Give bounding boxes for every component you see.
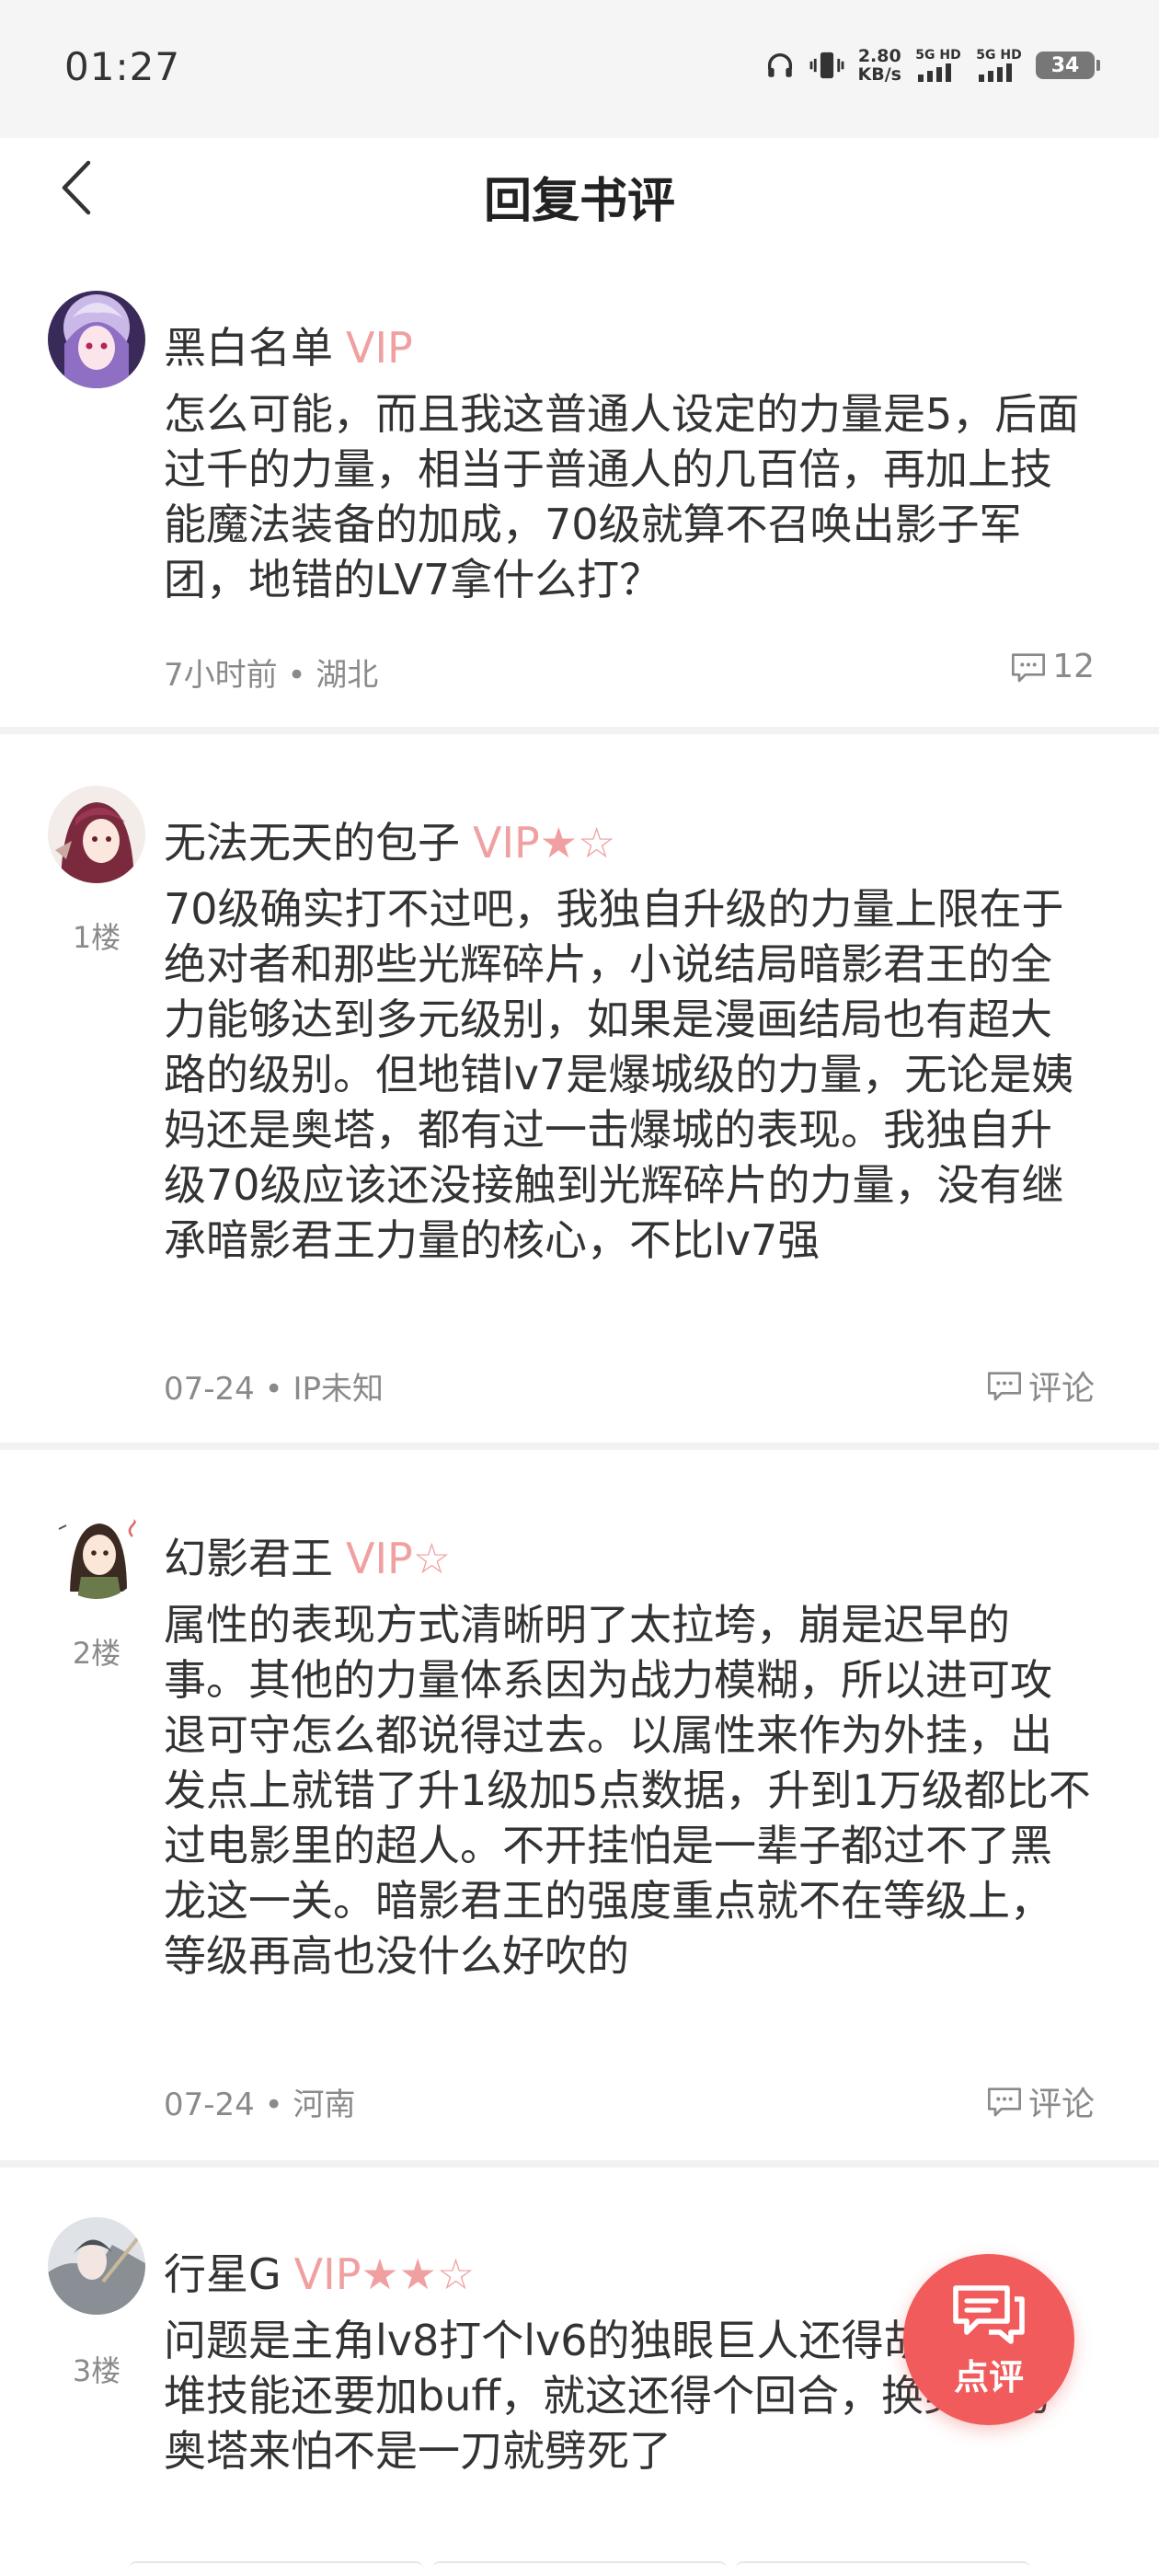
comment-icon [987,1372,1021,1401]
sim1-label: 5G HD [915,48,961,63]
reply-text[interactable]: 属性的表现方式清晰明了太拉垮，崩是迟早的事。其他的力量体系因为战力模糊，所以进可… [164,1597,1093,1984]
vip-badge: VIP★★☆ [293,2249,476,2299]
vip-badge: VIP★☆ [473,818,616,868]
status-time: 01:27 [64,44,181,89]
bottom-edge-tabs [129,2561,1030,2576]
avatar[interactable] [48,1501,145,1599]
avatar[interactable] [48,786,145,883]
battery-level: 34 [1050,53,1080,77]
comment-label: 评论 [1027,1370,1095,1408]
tab-edge [736,2561,1030,2576]
comment-icon [1012,652,1046,682]
comment-label: 评论 [1027,2086,1095,2123]
headphones-icon [764,50,796,81]
tab-edge [432,2561,727,2576]
reply-item: 1楼 无法无天的包子 VIP★☆ 70级确实打不过吧，我独自升级的力量上限在于绝对… [0,734,1159,1443]
reply-meta: 07-24 • 河南 [164,2087,356,2123]
status-bar: 01:27 2.80 KB/s 5G HD 5G HD 34 [0,0,1159,138]
vip-badge: VIP☆ [346,1534,452,1583]
comment-button[interactable]: 评论 [986,2077,1095,2125]
username[interactable]: 幻影君王 VIP☆ [164,1525,451,1586]
net-speed-value: 2.80 [857,46,901,66]
net-speed-unit: KB/s [857,64,901,85]
signal-bars-icon [979,63,1012,82]
review-main: 黑白名单 VIP 怎么可能，而且我这普通人设定的力量是5，后面过千的力量，相当于普… [0,248,1159,727]
comment-icon [987,2087,1021,2117]
username-text: 行星G [164,2249,281,2299]
vibrate-icon [809,50,845,81]
signal-bars-icon [918,63,951,82]
chat-bubble-icon [953,2284,1025,2344]
sim2-label: 5G HD [976,48,1022,63]
reply-meta: 07-24 • IP未知 [164,1371,384,1408]
review-meta: 7小时前 • 湖北 [164,657,379,694]
reply-item: 2楼 幻影君王 VIP☆ 属性的表现方式清晰明了太拉垮，崩是迟早的事。其他的力量体… [0,1450,1159,2160]
floor-number: 2楼 [72,1636,121,1671]
header: 回复书评 [0,138,1159,248]
write-review-label: 点评 [953,2356,1024,2398]
reply-count-button[interactable]: 12 [1010,648,1095,685]
floor-number: 1楼 [72,920,121,955]
divider [0,2160,1159,2168]
page-title: 回复书评 [483,174,675,229]
review-text[interactable]: 怎么可能，而且我这普通人设定的力量是5，后面过千的力量，相当于普通人的几百倍，再… [164,386,1093,607]
username-text: 黑白名单 [164,323,333,373]
net-speed: 2.80 KB/s [858,47,901,84]
floor-number: 3楼 [72,2353,121,2388]
comment-button[interactable]: 评论 [986,1362,1095,1409]
username[interactable]: 行星G VIP★★☆ [164,2241,475,2302]
username-text: 幻影君王 [164,1534,333,1583]
reply-count: 12 [1052,648,1095,685]
reply-text[interactable]: 70级确实打不过吧，我独自升级的力量上限在于绝对者和那些光辉碎片，小说结局暗影君… [164,881,1093,1268]
write-review-button[interactable]: 点评 [903,2254,1074,2425]
divider [0,727,1159,734]
username[interactable]: 无法无天的包子 VIP★☆ [164,810,615,870]
avatar[interactable] [48,291,145,388]
signal-sim2: 5G HD [975,49,1023,82]
username-text: 无法无天的包子 [164,818,460,868]
vip-badge: VIP [346,323,413,373]
tab-edge [129,2561,423,2576]
username[interactable]: 黑白名单 VIP [164,315,413,375]
battery-icon: 34 [1036,52,1100,79]
divider [0,1443,1159,1450]
avatar[interactable] [48,2217,145,2315]
status-icons: 2.80 KB/s 5G HD 5G HD 34 [764,42,1100,88]
signal-sim1: 5G HD [914,49,962,82]
